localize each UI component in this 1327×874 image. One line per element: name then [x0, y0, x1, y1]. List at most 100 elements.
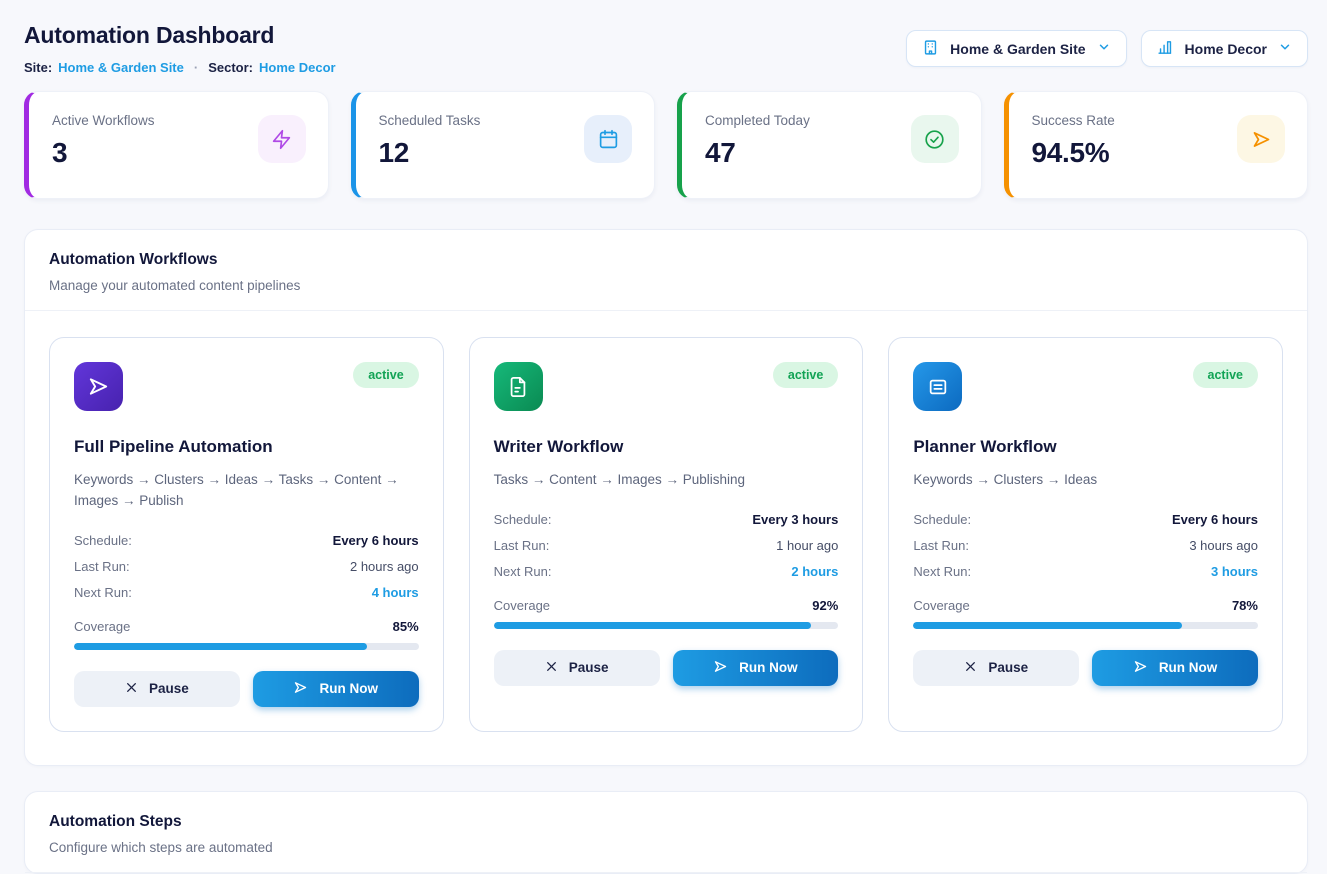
coverage-value: 78% — [1232, 598, 1258, 613]
coverage-label: Coverage — [913, 598, 969, 613]
file-icon — [494, 362, 543, 411]
run-now-button[interactable]: Run Now — [253, 671, 419, 707]
coverage-progressbar — [913, 622, 1258, 629]
coverage-progressbar — [74, 643, 419, 650]
last-run-value: 2 hours ago — [350, 559, 419, 574]
site-selector-dropdown[interactable]: Home & Garden Site — [906, 30, 1126, 67]
stat-label: Active Workflows — [52, 113, 155, 128]
coverage-progress-fill — [74, 643, 367, 650]
stat-value: 3 — [52, 137, 67, 168]
pause-button[interactable]: Pause — [913, 650, 1079, 686]
pause-button[interactable]: Pause — [74, 671, 240, 707]
stat-card-completed-today: Completed Today 47 — [677, 91, 982, 199]
coverage-value: 92% — [812, 598, 838, 613]
workflow-card-writer: active Writer Workflow Tasks → Content →… — [469, 337, 864, 732]
workflow-card-planner: active Planner Workflow Keywords → Clust… — [888, 337, 1283, 732]
run-now-button[interactable]: Run Now — [1092, 650, 1258, 686]
automation-dashboard-page: Automation Dashboard Site: Home & Garden… — [0, 0, 1327, 874]
workflow-pipeline: Tasks → Content → Images → Publishing — [494, 470, 839, 491]
sector-selector-dropdown[interactable]: Home Decor — [1141, 30, 1308, 67]
breadcrumb: Site: Home & Garden Site · Sector: Home … — [24, 60, 336, 75]
send-icon — [1133, 659, 1148, 677]
last-run-label: Last Run: — [494, 538, 550, 553]
stat-label: Completed Today — [705, 113, 810, 128]
workflow-pipeline: Keywords → Clusters → Ideas — [913, 470, 1258, 491]
workflows-panel-subtitle: Manage your automated content pipelines — [49, 278, 1283, 293]
stat-card-active-workflows: Active Workflows 3 — [24, 91, 329, 199]
schedule-value: Every 6 hours — [1172, 512, 1258, 527]
schedule-value: Every 6 hours — [333, 533, 419, 548]
send-icon — [713, 659, 728, 677]
workflow-title: Planner Workflow — [913, 437, 1258, 457]
list-icon — [913, 362, 962, 411]
site-label: Site: — [24, 60, 52, 75]
status-badge: active — [1193, 362, 1258, 388]
check-circle-icon — [911, 115, 959, 163]
site-link[interactable]: Home & Garden Site — [58, 60, 184, 75]
steps-panel-header: Automation Steps Configure which steps a… — [25, 792, 1307, 873]
x-icon — [545, 660, 558, 676]
page-title: Automation Dashboard — [24, 22, 336, 49]
schedule-label: Schedule: — [74, 533, 132, 548]
schedule-label: Schedule: — [494, 512, 552, 527]
last-run-label: Last Run: — [74, 559, 130, 574]
pause-button[interactable]: Pause — [494, 650, 660, 686]
stat-value: 47 — [705, 137, 736, 168]
status-badge: active — [773, 362, 838, 388]
calendar-icon — [584, 115, 632, 163]
next-run-label: Next Run: — [913, 564, 971, 579]
status-badge: active — [353, 362, 418, 388]
title-block: Automation Dashboard Site: Home & Garden… — [24, 22, 336, 75]
next-run-label: Next Run: — [494, 564, 552, 579]
bar-chart-icon — [1157, 39, 1174, 59]
schedule-value: Every 3 hours — [752, 512, 838, 527]
x-icon — [125, 681, 138, 697]
next-run-value: 2 hours — [791, 564, 838, 579]
coverage-progress-fill — [913, 622, 1182, 629]
workflow-card-full-pipeline: active Full Pipeline Automation Keywords… — [49, 337, 444, 732]
workflows-panel-body: active Full Pipeline Automation Keywords… — [25, 311, 1307, 765]
stat-label: Scheduled Tasks — [379, 113, 481, 128]
automation-steps-panel: Automation Steps Configure which steps a… — [24, 791, 1308, 874]
last-run-label: Last Run: — [913, 538, 969, 553]
workflow-title: Full Pipeline Automation — [74, 437, 419, 457]
sector-label: Sector: — [208, 60, 253, 75]
next-run-value: 3 hours — [1211, 564, 1258, 579]
stats-row: Active Workflows 3 Scheduled Tasks 12 — [24, 91, 1308, 199]
sector-link[interactable]: Home Decor — [259, 60, 336, 75]
topbar: Automation Dashboard Site: Home & Garden… — [24, 22, 1308, 75]
coverage-progressbar — [494, 622, 839, 629]
coverage-progress-fill — [494, 622, 811, 629]
steps-panel-title: Automation Steps — [49, 813, 1283, 831]
stat-card-success-rate: Success Rate 94.5% — [1004, 91, 1309, 199]
zap-icon — [258, 115, 306, 163]
run-now-button[interactable]: Run Now — [673, 650, 839, 686]
automation-workflows-panel: Automation Workflows Manage your automat… — [24, 229, 1308, 766]
last-run-value: 3 hours ago — [1189, 538, 1258, 553]
workflows-panel-title: Automation Workflows — [49, 251, 1283, 269]
send-icon — [293, 680, 308, 698]
workflows-panel-header: Automation Workflows Manage your automat… — [25, 230, 1307, 311]
stat-card-scheduled-tasks: Scheduled Tasks 12 — [351, 91, 656, 199]
site-selector-value: Home & Garden Site — [950, 41, 1085, 57]
workflow-grid: active Full Pipeline Automation Keywords… — [49, 337, 1283, 732]
separator-dot: · — [194, 60, 198, 75]
send-icon — [1237, 115, 1285, 163]
building-icon — [922, 39, 939, 59]
x-icon — [964, 660, 977, 676]
next-run-label: Next Run: — [74, 585, 132, 600]
chevron-down-icon — [1278, 40, 1292, 57]
steps-panel-subtitle: Configure which steps are automated — [49, 840, 1283, 855]
schedule-label: Schedule: — [913, 512, 971, 527]
coverage-label: Coverage — [494, 598, 550, 613]
stat-label: Success Rate — [1032, 113, 1115, 128]
send-icon — [74, 362, 123, 411]
stat-value: 94.5% — [1032, 137, 1110, 168]
coverage-label: Coverage — [74, 619, 130, 634]
coverage-value: 85% — [393, 619, 419, 634]
workflow-title: Writer Workflow — [494, 437, 839, 457]
stat-value: 12 — [379, 137, 410, 168]
top-actions: Home & Garden Site Home Decor — [906, 30, 1308, 67]
workflow-pipeline: Keywords → Clusters → Ideas → Tasks → Co… — [74, 470, 419, 512]
sector-selector-value: Home Decor — [1185, 41, 1267, 57]
